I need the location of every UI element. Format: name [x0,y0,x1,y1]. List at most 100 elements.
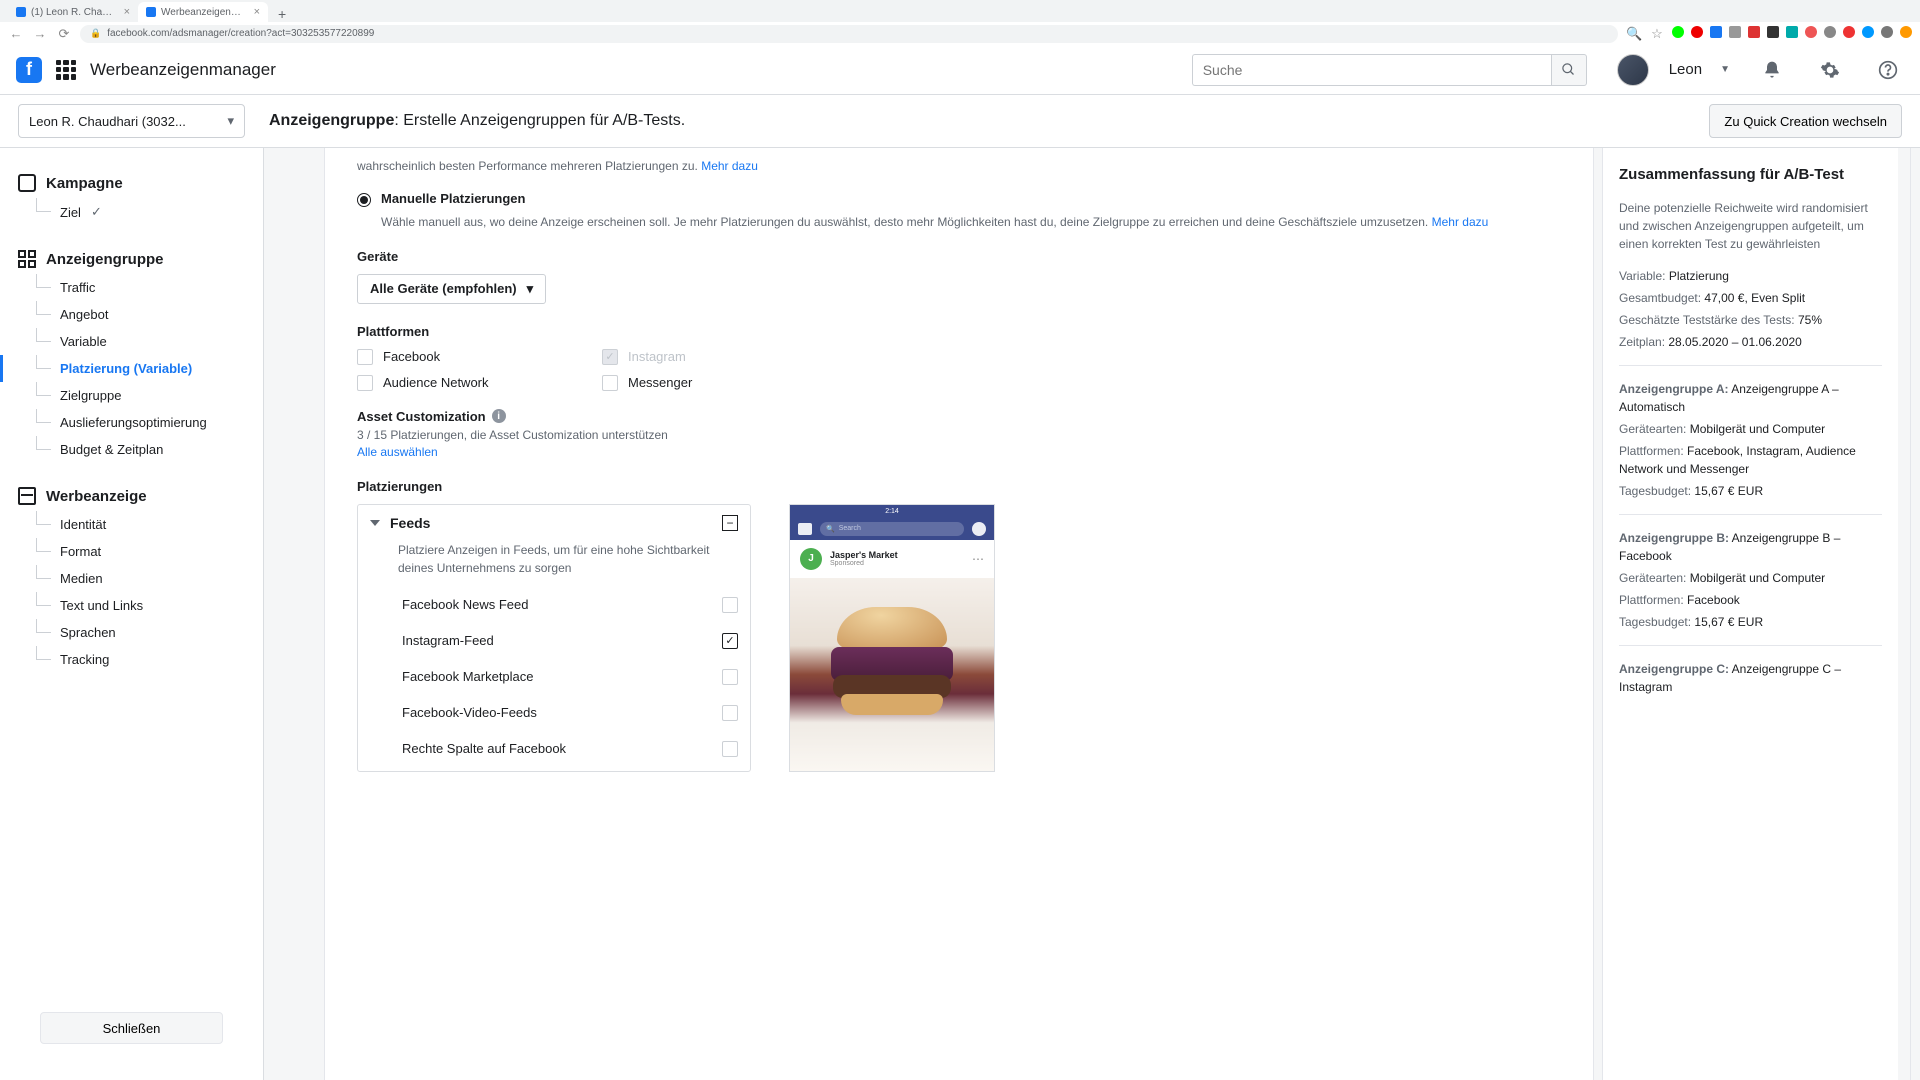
search-button[interactable] [1551,54,1587,86]
checkbox-icon: ✓ [722,633,738,649]
forward-button[interactable]: → [32,26,48,41]
feeds-desc: Platziere Anzeigen in Feeds, um für eine… [358,541,750,587]
feed-item-fb-news[interactable]: Facebook News Feed [358,587,750,623]
platform-facebook[interactable]: Facebook [357,349,582,365]
feed-item-video-feeds[interactable]: Facebook-Video-Feeds [358,695,750,731]
nav-item-variable[interactable]: Variable [36,328,263,355]
browser-tab-1[interactable]: Werbeanzeigenmanager - Cre × [138,2,268,22]
feeds-header[interactable]: Feeds − [358,505,750,541]
new-tab-button[interactable]: + [268,6,296,22]
campaign-icon [18,174,36,192]
feed-item-right-column[interactable]: Rechte Spalte auf Facebook [358,731,750,767]
learn-more-link[interactable]: Mehr dazu [701,159,758,173]
feeds-toggle[interactable]: − [722,515,738,531]
checkbox-icon [602,375,618,391]
tab-favicon-icon [146,7,156,17]
nav-item-text[interactable]: Text und Links [36,592,263,619]
user-name[interactable]: Leon [1669,61,1702,78]
devices-dropdown[interactable]: Alle Geräte (empfohlen) ▾ [357,274,546,304]
devices-label: Geräte [357,249,1561,264]
quick-creation-button[interactable]: Zu Quick Creation wechseln [1709,104,1902,138]
nav-item-format[interactable]: Format [36,538,263,565]
platform-audience-network[interactable]: Audience Network [357,375,582,391]
extension-icons: 🔍 ☆ [1626,26,1912,42]
tab-close-icon[interactable]: × [124,6,130,18]
divider [1619,645,1882,646]
ext-icon[interactable] [1729,26,1741,38]
checkbox-icon [357,375,373,391]
nav-item-auslieferung[interactable]: Auslieferungsoptimierung [36,409,263,436]
nav-section-campaign[interactable]: Kampagne [0,164,263,198]
nav-item-sprachen[interactable]: Sprachen [36,619,263,646]
scrollbar[interactable] [1910,148,1920,1080]
star-icon[interactable]: ☆ [1649,26,1665,42]
asset-customization-row: Asset Customization i [357,409,1561,424]
browser-tab-0[interactable]: (1) Leon R. Chaudhari | Facebo × [8,2,138,22]
group-c-head: Anzeigengruppe C: Anzeigengruppe C – Ins… [1619,660,1882,696]
group-a-daily: Tagesbudget: 15,67 € EUR [1619,482,1882,500]
help-icon[interactable] [1872,54,1904,86]
nav-item-zielgruppe[interactable]: Zielgruppe [36,382,263,409]
nav-item-ziel[interactable]: Ziel✓ [36,198,263,226]
divider [1619,365,1882,366]
ext-icon[interactable] [1900,26,1912,38]
select-all-link[interactable]: Alle auswählen [357,445,438,459]
group-b-devices: Gerätearten: Mobilgerät und Computer [1619,569,1882,587]
info-icon[interactable]: i [492,409,506,423]
account-dropdown[interactable]: Leon R. Chaudhari (3032... ▾ [18,104,245,138]
ext-icon[interactable] [1862,26,1874,38]
facebook-logo-icon[interactable]: f [16,57,42,83]
messenger-icon [972,522,986,536]
group-a-platforms: Plattformen: Facebook, Instagram, Audien… [1619,442,1882,478]
summary-title: Zusammenfassung für A/B-Test [1619,164,1882,187]
summary-strength: Geschätzte Teststärke des Tests: 75% [1619,311,1882,329]
url-field[interactable]: 🔒 facebook.com/adsmanager/creation?act=3… [80,25,1618,43]
search-input[interactable] [1192,54,1551,86]
back-button[interactable]: ← [8,26,24,41]
ext-icon[interactable] [1805,26,1817,38]
nav-item-traffic[interactable]: Traffic [36,274,263,301]
zoom-icon[interactable]: 🔍 [1626,26,1642,42]
search-wrap [1192,54,1587,86]
nav-section-ad[interactable]: Werbeanzeige [0,477,263,511]
address-bar: ← → ⟳ 🔒 facebook.com/adsmanager/creation… [0,22,1920,45]
ext-icon[interactable] [1843,26,1855,38]
ext-icon[interactable] [1691,26,1703,38]
nav-item-angebot[interactable]: Angebot [36,301,263,328]
ext-icon[interactable] [1881,26,1893,38]
page-title-rest: : Erstelle Anzeigengruppen für A/B-Tests… [394,112,685,129]
platform-messenger[interactable]: Messenger [602,375,827,391]
auto-placement-desc: wahrscheinlich besten Performance mehrer… [357,158,1561,175]
nav-item-tracking[interactable]: Tracking [36,646,263,673]
user-menu-caret-icon[interactable]: ▼ [1720,64,1730,75]
ext-icon[interactable] [1748,26,1760,38]
feed-item-instagram[interactable]: Instagram-Feed✓ [358,623,750,659]
ext-icon[interactable] [1710,26,1722,38]
apps-menu-icon[interactable] [56,60,76,80]
layout: Kampagne Ziel✓ Anzeigengruppe Traffic An… [0,148,1920,1080]
notifications-icon[interactable] [1756,54,1788,86]
user-avatar[interactable] [1617,54,1649,86]
checkbox-icon [722,597,738,613]
nav-item-medien[interactable]: Medien [36,565,263,592]
manual-placement-radio[interactable]: Manuelle Platzierungen [357,191,1561,207]
feed-item-marketplace[interactable]: Facebook Marketplace [358,659,750,695]
reload-button[interactable]: ⟳ [56,26,72,42]
ext-icon[interactable] [1672,26,1684,38]
nav-section-adset[interactable]: Anzeigengruppe [0,240,263,274]
nav-item-budget[interactable]: Budget & Zeitplan [36,436,263,463]
preview-sponsored: Sponsored [830,560,898,567]
nav-item-identitat[interactable]: Identität [36,511,263,538]
ext-icon[interactable] [1824,26,1836,38]
ext-icon[interactable] [1767,26,1779,38]
divider [1619,514,1882,515]
preview-status-bar: 2:14 [790,505,994,518]
nav-item-platzierung[interactable]: Platzierung (Variable) [36,355,263,382]
close-button[interactable]: Schließen [40,1012,223,1044]
placements-label: Platzierungen [357,479,1561,494]
tab-close-icon[interactable]: × [254,6,260,18]
learn-more-link[interactable]: Mehr dazu [1432,215,1489,229]
platform-instagram: ✓Instagram [602,349,827,365]
ext-icon[interactable] [1786,26,1798,38]
settings-icon[interactable] [1814,54,1846,86]
